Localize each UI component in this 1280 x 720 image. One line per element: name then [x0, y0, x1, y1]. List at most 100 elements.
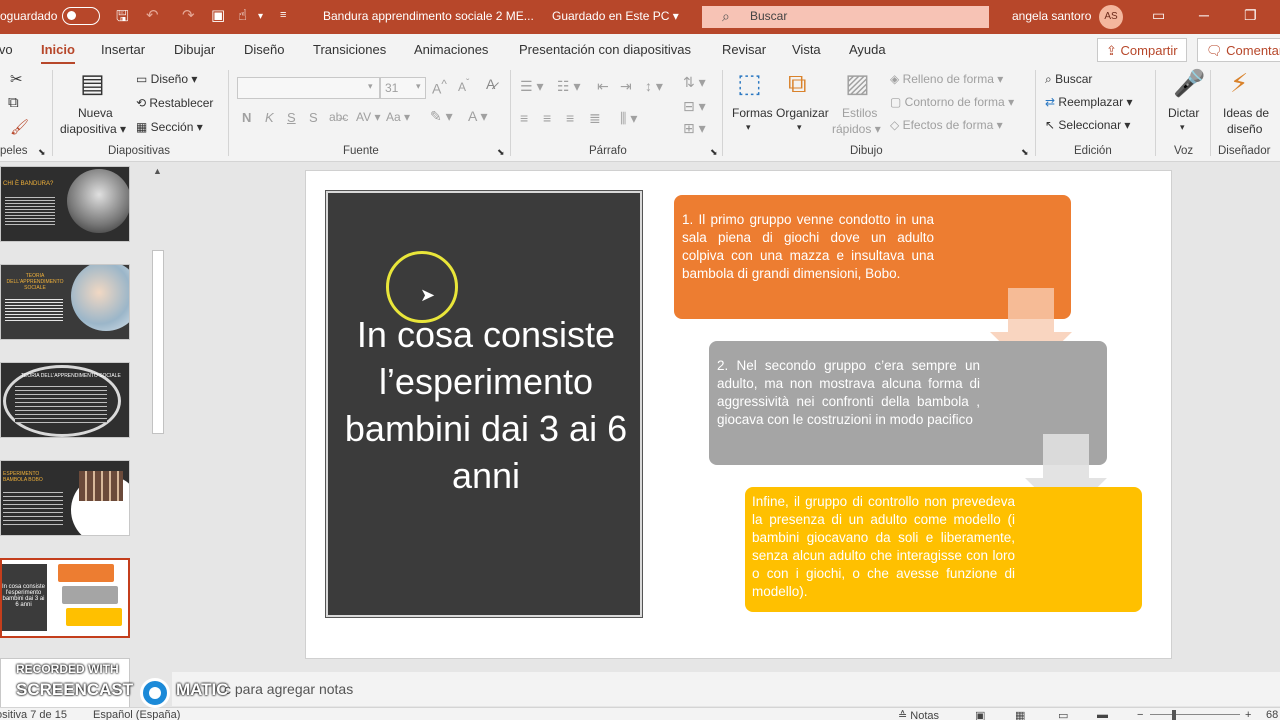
design-ideas-icon[interactable]: ⚡ — [1230, 68, 1248, 99]
shape-outline-button[interactable]: ▢ Contorno de forma ▾ — [890, 95, 1014, 109]
shape-fill-button[interactable]: ◈ Relleno de forma ▾ — [890, 72, 1003, 86]
slide-sorter-icon[interactable]: ▦ — [1015, 709, 1025, 720]
font-launcher-icon[interactable]: ⬊ — [497, 147, 505, 158]
find-button[interactable]: ⌕ Buscar — [1045, 72, 1092, 87]
normal-view-icon[interactable]: ▣ — [975, 709, 985, 720]
font-name-dropdown-icon[interactable]: ▾ — [368, 81, 373, 92]
save-icon[interactable]: 🖫 — [116, 6, 129, 31]
clipboard-launcher-icon[interactable]: ⬊ — [38, 147, 46, 158]
section-button[interactable]: ▦ Sección ▾ — [136, 120, 203, 134]
text-direction-icon[interactable]: ⇅ ▾ — [683, 74, 706, 91]
design-ideas-label[interactable]: Ideas de — [1223, 106, 1269, 120]
slide-thumbnail[interactable]: ESPERIMENTO BAMBOLA BOBO — [0, 460, 130, 536]
zoom-slider-thumb[interactable] — [1172, 710, 1176, 720]
tab-insertar[interactable]: Insertar — [101, 42, 145, 57]
tab-vista[interactable]: Vista — [792, 42, 821, 57]
avatar[interactable]: AS — [1099, 5, 1123, 29]
shapes-icon[interactable]: ⬚ — [737, 68, 762, 99]
share-button[interactable]: ⇪ Compartir — [1097, 38, 1187, 62]
customize-qat-icon[interactable]: ≡ — [280, 9, 286, 21]
step-box-3[interactable]: Infine, il gruppo di controllo non preve… — [745, 487, 1142, 612]
new-slide-icon[interactable]: ▤ — [80, 68, 105, 99]
tab-presentacion[interactable]: Presentación con diapositivas — [519, 42, 691, 57]
slideshow-view-icon[interactable]: ▬ — [1097, 709, 1108, 720]
line-spacing-icon[interactable]: ↕ ▾ — [645, 78, 663, 95]
paragraph-launcher-icon[interactable]: ⬊ — [710, 147, 718, 158]
scrollbar-thumb[interactable] — [152, 250, 164, 434]
tab-animaciones[interactable]: Animaciones — [414, 42, 488, 57]
select-button[interactable]: ↖ Seleccionar ▾ — [1045, 118, 1130, 132]
align-right-icon[interactable]: ≡ — [566, 110, 574, 126]
zoom-out-icon[interactable]: − — [1137, 709, 1143, 720]
minimize-icon[interactable]: ─ — [1199, 7, 1209, 23]
quick-styles-icon[interactable]: ▨ — [845, 68, 870, 99]
notes-toggle-button[interactable]: ≙ Notas — [898, 709, 939, 720]
shapes-label[interactable]: Formas — [732, 106, 773, 120]
font-size-dropdown-icon[interactable]: ▾ — [416, 81, 421, 92]
slide-thumbnail[interactable]: TEORIA DELL'APPRENDIMENTO SOCIALE — [0, 362, 130, 438]
language-indicator[interactable]: Español (España) — [93, 709, 180, 720]
replace-button[interactable]: ⇄ Reemplazar ▾ — [1045, 95, 1132, 109]
font-color-icon[interactable]: A ▾ — [468, 108, 487, 125]
layout-button[interactable]: ▭ Diseño ▾ — [136, 72, 197, 86]
character-spacing-icon[interactable]: AV ▾ — [356, 110, 380, 124]
slide-canvas[interactable]: In cosa consiste l’esperimento bambini d… — [305, 170, 1172, 659]
scroll-up-icon[interactable]: ▲ — [153, 166, 162, 176]
redo-icon[interactable]: ↷ — [182, 6, 195, 24]
slide-thumbnail-selected[interactable]: In cosa consiste l'esperimento bambini d… — [0, 558, 130, 638]
smartart-icon[interactable]: ⊞ ▾ — [683, 120, 706, 137]
align-text-icon[interactable]: ⊟ ▾ — [683, 98, 706, 115]
reading-view-icon[interactable]: ▭ — [1058, 709, 1068, 720]
search-box[interactable]: ⌕ Buscar — [702, 6, 989, 28]
strikethrough-icon[interactable]: ab̶c — [329, 110, 348, 124]
bullets-icon[interactable]: ☰ ▾ — [520, 78, 543, 95]
copy-icon[interactable]: ⧉ — [8, 94, 19, 111]
shrink-font-icon[interactable]: Aˇ — [458, 78, 469, 94]
slide-thumbnail[interactable]: CHI È BANDURA? — [0, 166, 130, 242]
clear-formatting-icon[interactable]: A̷ — [486, 76, 495, 92]
zoom-slider[interactable] — [1150, 714, 1240, 715]
arrange-label[interactable]: Organizar — [776, 106, 829, 120]
highlight-icon[interactable]: ✎ ▾ — [430, 108, 453, 125]
tab-transiciones[interactable]: Transiciones — [313, 42, 386, 57]
cut-icon[interactable]: ✂ — [10, 70, 23, 88]
numbering-icon[interactable]: ☷ ▾ — [557, 78, 580, 95]
slide-title[interactable]: In cosa consiste l’esperimento bambini d… — [338, 311, 634, 499]
shapes-dropdown-icon[interactable]: ▾ — [746, 122, 751, 133]
dictate-label[interactable]: Dictar — [1168, 106, 1199, 120]
change-case-icon[interactable]: Aa ▾ — [386, 110, 410, 124]
user-name[interactable]: angela santoro — [1012, 9, 1091, 23]
design-ideas-label-2[interactable]: diseño — [1227, 122, 1262, 136]
tab-archivo[interactable]: ivo — [0, 42, 13, 57]
zoom-in-icon[interactable]: + — [1245, 709, 1251, 720]
save-status[interactable]: Guardado en Este PC ▾ — [552, 9, 679, 23]
touch-mode-icon[interactable]: ☝ — [238, 6, 247, 24]
tab-diseno[interactable]: Diseño — [244, 42, 284, 57]
decrease-indent-icon[interactable]: ⇤ — [597, 78, 609, 95]
grow-font-icon[interactable]: A^ — [432, 78, 447, 97]
shadow-icon[interactable]: S — [309, 110, 318, 125]
touch-dropdown-icon[interactable]: ▾ — [258, 11, 263, 22]
increase-indent-icon[interactable]: ⇥ — [620, 78, 632, 95]
quick-styles-label-2[interactable]: rápidos ▾ — [832, 122, 881, 136]
tab-inicio[interactable]: Inicio — [41, 42, 75, 65]
columns-icon[interactable]: ⫼ ▾ — [620, 110, 637, 127]
autosave-toggle[interactable] — [62, 7, 100, 25]
bold-icon[interactable]: N — [242, 110, 251, 125]
underline-icon[interactable]: S — [287, 110, 296, 125]
zoom-level[interactable]: 68 — [1266, 709, 1278, 720]
format-painter-icon[interactable]: 🖌 — [10, 118, 29, 136]
quick-styles-label[interactable]: Estilos — [842, 106, 877, 120]
dictate-dropdown-icon[interactable]: ▾ — [1180, 122, 1185, 133]
font-name-box[interactable] — [237, 77, 380, 99]
undo-icon[interactable]: ↶ — [146, 6, 159, 24]
italic-icon[interactable]: K — [265, 110, 274, 125]
justify-icon[interactable]: ≣ — [589, 110, 601, 127]
arrange-dropdown-icon[interactable]: ▾ — [797, 122, 802, 133]
present-from-start-icon[interactable]: ▣ — [211, 6, 225, 24]
microphone-icon[interactable]: 🎤 — [1173, 68, 1205, 99]
arrange-icon[interactable]: ⧉ — [788, 68, 807, 100]
tab-revisar[interactable]: Revisar — [722, 42, 766, 57]
tab-ayuda[interactable]: Ayuda — [849, 42, 886, 57]
shape-effects-button[interactable]: ◇ Efectos de forma ▾ — [890, 118, 1003, 132]
